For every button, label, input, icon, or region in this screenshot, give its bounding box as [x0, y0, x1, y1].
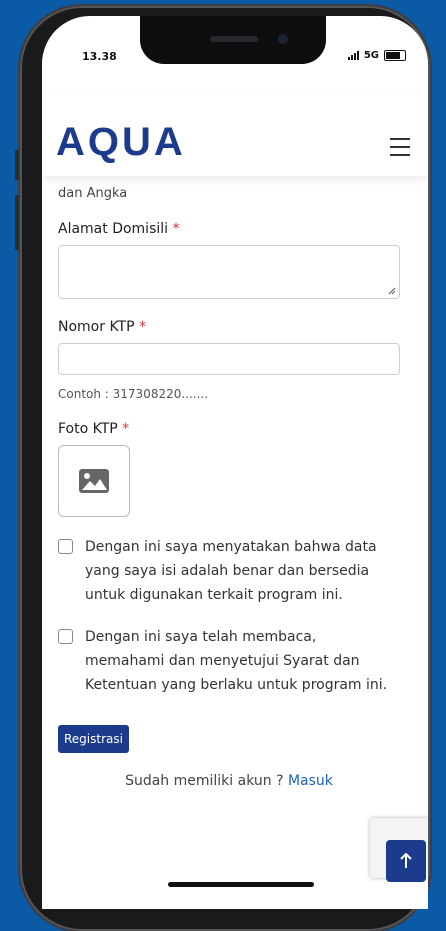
- register-button[interactable]: Registrasi: [58, 725, 129, 753]
- consent-row-2: Dengan ini saya telah membaca, memahami …: [58, 625, 400, 697]
- ktp-input[interactable]: [58, 343, 400, 375]
- resize-handle-icon[interactable]: [388, 287, 396, 295]
- battery-icon: [384, 50, 406, 61]
- menu-icon[interactable]: [390, 138, 410, 162]
- registration-form: dan Angka Alamat Domisili * Nomor KTP * …: [58, 186, 400, 789]
- speaker: [210, 36, 258, 42]
- ktp-label: Nomor KTP *: [58, 319, 146, 335]
- previous-field-hint: dan Angka: [58, 186, 128, 201]
- network-label: 5G: [363, 50, 379, 61]
- arrow-up-icon: [400, 853, 412, 868]
- consent-text-1: Dengan ini saya menyatakan bahwa data ya…: [85, 539, 377, 603]
- camera: [278, 34, 288, 44]
- site-header: AQUA: [42, 96, 428, 176]
- consent-row-1: Dengan ini saya menyatakan bahwa data ya…: [58, 535, 400, 607]
- photo-upload[interactable]: [58, 445, 130, 517]
- phone-side-button: [15, 150, 19, 180]
- status-indicators: 5G: [347, 50, 406, 61]
- image-icon: [79, 469, 109, 493]
- consent-checkbox-1[interactable]: [58, 539, 73, 554]
- phone-screen: 13.38 5G AQUA dan Angka Alamat Domisili …: [42, 16, 428, 909]
- login-link[interactable]: Masuk: [288, 773, 333, 789]
- photo-label: Foto KTP *: [58, 421, 130, 437]
- status-time: 13.38: [82, 50, 117, 63]
- domicile-textarea[interactable]: [58, 245, 400, 299]
- aqua-logo[interactable]: AQUA: [56, 120, 186, 165]
- home-indicator: [168, 882, 314, 887]
- login-prompt: Sudah memiliki akun ? Masuk: [125, 773, 333, 789]
- scroll-top-button[interactable]: [386, 840, 426, 882]
- signal-icon: [347, 51, 359, 60]
- notch: [140, 16, 326, 64]
- domicile-label: Alamat Domisili *: [58, 221, 180, 237]
- consent-checkbox-2[interactable]: [58, 629, 73, 644]
- phone-volume-button: [15, 195, 19, 250]
- consent-text-2: Dengan ini saya telah membaca, memahami …: [85, 629, 388, 693]
- ktp-hint: Contoh : 317308220.......: [58, 387, 209, 401]
